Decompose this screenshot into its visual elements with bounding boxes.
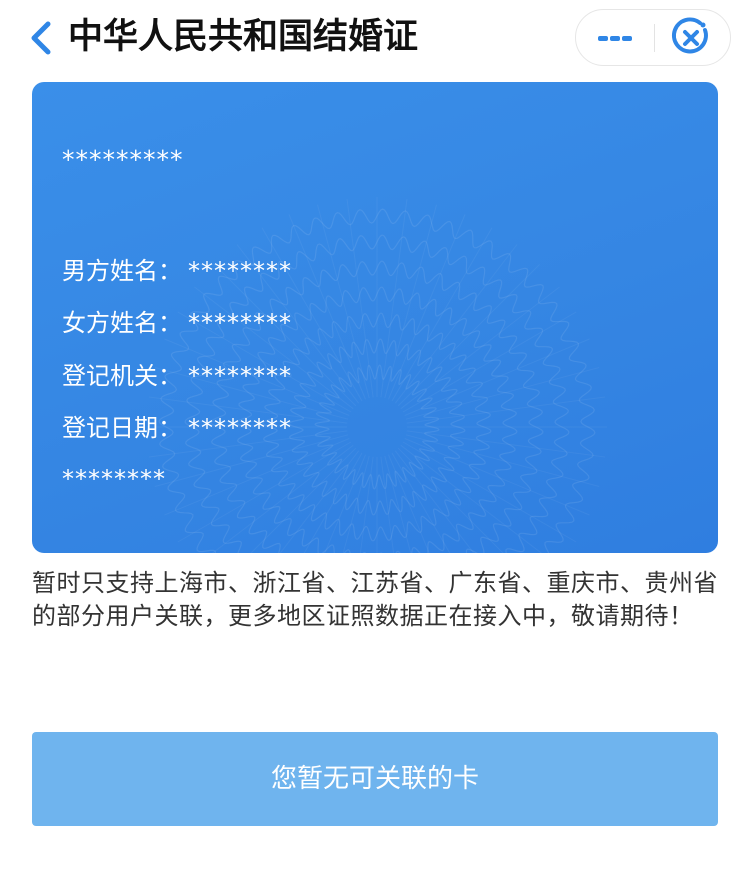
region-notice: 暂时只支持上海市、浙江省、江苏省、广东省、重庆市、贵州省的部分用户关联，更多地区… xyxy=(32,569,718,630)
close-button[interactable] xyxy=(655,10,731,65)
mini-program-capsule xyxy=(575,9,731,66)
field-label: 登记机关： xyxy=(62,362,182,390)
page: 中华人民共和国结婚证 ********* 男方姓名： ******** 女方姓名… xyxy=(0,0,751,885)
field-label: 登记日期： xyxy=(62,414,182,442)
field-value: ******** xyxy=(188,309,292,337)
certificate-footer: ******** xyxy=(62,465,166,493)
chevron-left-icon xyxy=(31,21,51,55)
more-button[interactable] xyxy=(576,10,654,65)
field-value: ******** xyxy=(188,414,292,442)
registration-date-field: 登记日期： ******** xyxy=(62,413,292,443)
field-label: 男方姓名： xyxy=(62,257,182,285)
certificate-number: ********* xyxy=(62,145,184,174)
more-dots-icon xyxy=(598,36,632,41)
navigation-bar: 中华人民共和国结婚证 xyxy=(0,0,751,76)
back-button[interactable] xyxy=(26,16,60,60)
field-label: 女方姓名： xyxy=(62,309,182,337)
registration-office-field: 登记机关： ******** xyxy=(62,361,292,391)
groom-name-field: 男方姓名： ******** xyxy=(62,256,292,286)
field-value: ******** xyxy=(188,362,292,390)
certificate-card[interactable]: ********* 男方姓名： ******** 女方姓名： ******** 登记… xyxy=(32,82,718,553)
page-title: 中华人民共和国结婚证 xyxy=(68,17,419,57)
field-value: ******** xyxy=(188,257,292,285)
link-card-button[interactable]: 您暂无可关联的卡 xyxy=(32,732,718,826)
bride-name-field: 女方姓名： ******** xyxy=(62,308,292,338)
close-circle-icon xyxy=(671,17,708,54)
